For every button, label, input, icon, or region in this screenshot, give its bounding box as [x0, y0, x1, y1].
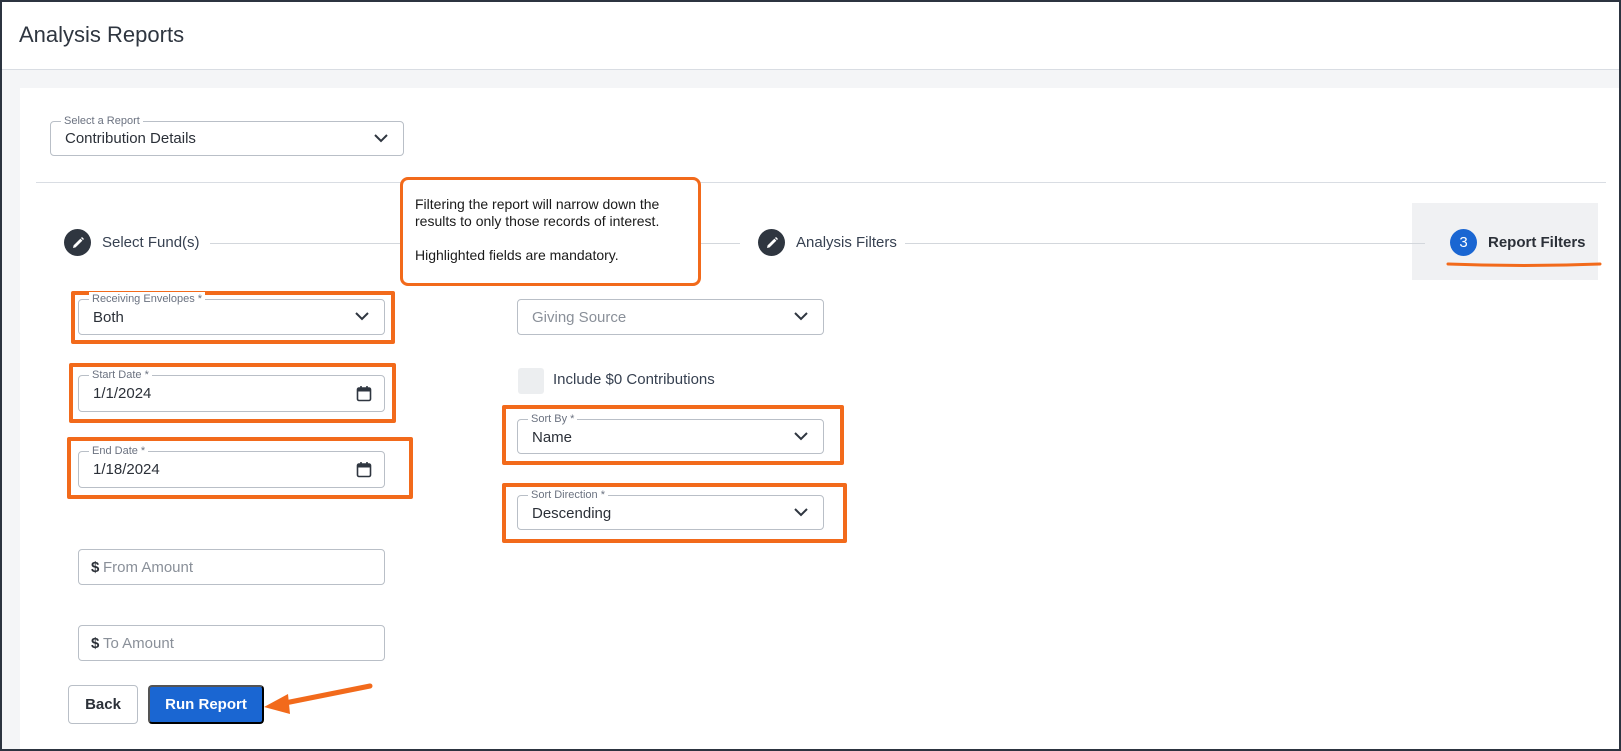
chevron-down-icon — [374, 134, 388, 143]
from-amount-field[interactable]: $ From Amount — [78, 549, 385, 585]
field-placeholder: To Amount — [103, 635, 174, 652]
dollar-icon: $ — [91, 559, 100, 576]
field-value: Descending — [532, 505, 612, 522]
back-button[interactable]: Back — [68, 685, 138, 724]
pencil-icon — [64, 229, 91, 256]
report-select[interactable]: Select a Report Contribution Details — [50, 114, 404, 156]
field-label: Start Date * — [89, 368, 152, 382]
step-label: Analysis Filters — [796, 234, 897, 251]
field-label: Sort By * — [528, 412, 578, 426]
sort-direction-select[interactable]: Sort Direction * Descending — [517, 488, 824, 530]
dollar-icon: $ — [91, 635, 100, 652]
field-placeholder: From Amount — [103, 559, 194, 576]
page-header: Analysis Reports — [2, 2, 1619, 70]
callout-text: Highlighted fields are mandatory. — [415, 247, 619, 263]
field-value: 1/1/2024 — [93, 385, 152, 402]
calendar-icon[interactable] — [356, 385, 372, 402]
to-amount-field[interactable]: $ To Amount — [78, 625, 385, 661]
chevron-down-icon — [794, 432, 808, 441]
page-title: Analysis Reports — [19, 22, 185, 47]
end-date-field[interactable]: End Date * 1/18/2024 — [78, 444, 385, 488]
run-report-button[interactable]: Run Report — [148, 685, 264, 724]
field-label: Sort Direction * — [528, 488, 608, 502]
receiving-envelopes-select[interactable]: Receiving Envelopes * Both — [78, 292, 385, 335]
pencil-icon — [758, 229, 785, 256]
chevron-down-icon — [794, 312, 808, 321]
chevron-down-icon — [355, 312, 369, 321]
step-connector — [905, 243, 1425, 244]
help-callout: Filtering the report will narrow down th… — [400, 177, 701, 286]
report-select-value: Contribution Details — [65, 130, 196, 147]
step-label: Select Fund(s) — [102, 234, 200, 251]
pointer-arrow-icon — [264, 683, 373, 714]
giving-source-select[interactable]: Giving Source — [517, 299, 824, 335]
step-select-funds[interactable]: Select Fund(s) — [64, 229, 200, 256]
callout-text: Filtering the report will narrow down th… — [415, 196, 660, 229]
report-select-label: Select a Report — [61, 114, 143, 128]
calendar-icon[interactable] — [356, 461, 372, 478]
field-placeholder: Giving Source — [532, 309, 627, 326]
chevron-down-icon — [794, 508, 808, 517]
field-value: Both — [93, 309, 124, 326]
active-step-underline — [1446, 262, 1602, 267]
step-number-badge: 3 — [1450, 229, 1477, 256]
include-zero-label: Include $0 Contributions — [553, 371, 715, 388]
step-report-filters[interactable]: 3 Report Filters — [1450, 229, 1586, 256]
step-analysis-filters[interactable]: Analysis Filters — [758, 229, 897, 256]
field-value: 1/18/2024 — [93, 461, 160, 478]
sort-by-select[interactable]: Sort By * Name — [517, 412, 824, 454]
field-label: End Date * — [89, 444, 149, 458]
field-value: Name — [532, 429, 573, 446]
app-window: Analysis Reports Select a Report Contrib… — [0, 0, 1621, 751]
start-date-field[interactable]: Start Date * 1/1/2024 — [78, 368, 385, 412]
section-divider — [36, 182, 1606, 183]
step-label: Report Filters — [1488, 234, 1586, 251]
field-label: Receiving Envelopes * — [89, 292, 206, 306]
include-zero-checkbox[interactable] — [518, 368, 544, 394]
